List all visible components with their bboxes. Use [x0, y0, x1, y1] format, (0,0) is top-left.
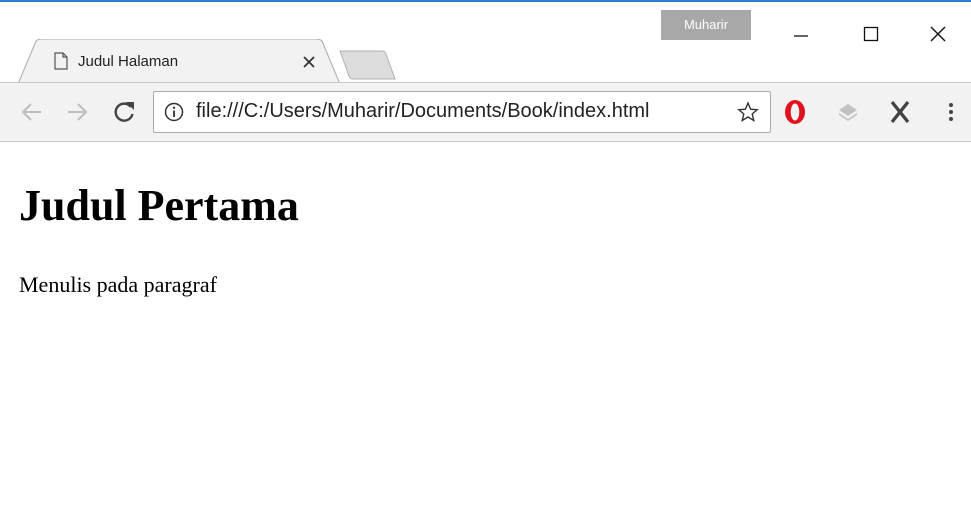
minimize-button[interactable]: [766, 10, 836, 56]
profile-badge[interactable]: Muharir: [661, 10, 751, 40]
x-extension-icon[interactable]: [885, 97, 915, 127]
tab-active[interactable]: Judul Halaman: [18, 39, 340, 85]
tab-strip: Muharir Judul Halaman: [0, 2, 971, 85]
maximize-icon: [863, 26, 879, 42]
maximize-button[interactable]: [836, 10, 906, 56]
address-bar[interactable]: file:///C:/Users/Muharir/Documents/Book/…: [153, 91, 771, 133]
star-icon[interactable]: [737, 101, 759, 123]
reload-icon[interactable]: [110, 98, 138, 126]
minimize-icon: [794, 35, 808, 37]
page-content: Judul Pertama Menulis pada paragraf: [0, 142, 971, 524]
layers-icon[interactable]: [833, 97, 863, 127]
url-text[interactable]: file:///C:/Users/Muharir/Documents/Book/…: [196, 100, 650, 123]
document-icon: [54, 52, 68, 70]
browser-toolbar: file:///C:/Users/Muharir/Documents/Book/…: [0, 82, 971, 142]
back-arrow-icon[interactable]: [18, 98, 46, 126]
menu-kebab-icon[interactable]: [941, 97, 961, 127]
page-heading: Judul Pertama: [19, 181, 299, 230]
tab-close-icon[interactable]: [300, 53, 318, 71]
close-window-button[interactable]: [903, 10, 971, 56]
close-icon: [930, 26, 946, 42]
opera-icon[interactable]: [780, 97, 810, 127]
tab-title: Judul Halaman: [78, 53, 179, 70]
new-tab-button[interactable]: [338, 49, 398, 81]
page-paragraph: Menulis pada paragraf: [19, 272, 217, 297]
info-icon[interactable]: [164, 102, 184, 122]
forward-arrow-icon[interactable]: [63, 98, 91, 126]
